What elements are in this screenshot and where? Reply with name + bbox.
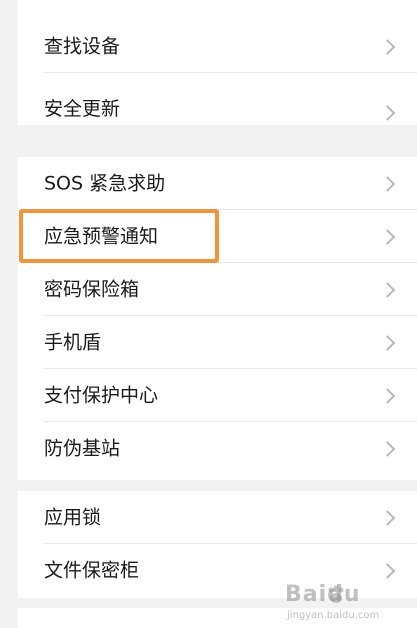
emergency-alert-label: 应急预警通知 [44, 225, 159, 247]
settings-item-cut-off [18, 0, 417, 20]
fake-base-station-label: 防伪基站 [44, 437, 121, 459]
settings-item-app-lock[interactable]: 应用锁 [18, 491, 417, 544]
settings-screen: { "group1": { "items": [ {"label": "查找设备… [0, 0, 417, 628]
find-device-label: 查找设备 [44, 35, 121, 57]
app-lock-label: 应用锁 [44, 506, 102, 528]
chevron-right-icon [379, 509, 396, 526]
phone-shield-label: 手机盾 [44, 331, 102, 353]
chevron-right-icon [379, 228, 396, 245]
password-vault-label: 密码保险箱 [44, 278, 140, 300]
settings-group-device: 查找设备 安全更新 [18, 0, 417, 125]
watermark-site: jingyan.baidu.com [287, 610, 380, 621]
sos-label: SOS 紧急求助 [44, 172, 166, 194]
security-update-label: 安全更新 [44, 98, 121, 120]
chevron-right-icon [379, 387, 396, 404]
watermark-logo: Baidu [285, 582, 361, 607]
settings-item-emergency-alert[interactable]: 应急预警通知 [18, 210, 417, 263]
settings-item-find-device[interactable]: 查找设备 [18, 20, 417, 73]
chevron-right-icon [379, 334, 396, 351]
chevron-right-icon [379, 440, 396, 457]
chevron-right-icon [379, 38, 396, 55]
payment-protection-label: 支付保护中心 [44, 384, 159, 406]
settings-group-safety: SOS 紧急求助 应急预警通知 密码保险箱 手机盾 支付保护中心 防伪基站 [18, 157, 417, 480]
paw-icon [328, 585, 344, 603]
file-safe-label: 文件保密柜 [44, 559, 140, 581]
settings-item-security-update[interactable]: 安全更新 [18, 73, 417, 145]
settings-item-password-vault[interactable]: 密码保险箱 [18, 263, 417, 316]
chevron-right-icon [379, 105, 396, 122]
chevron-right-icon [379, 175, 396, 192]
settings-item-sos[interactable]: SOS 紧急求助 [18, 157, 417, 210]
chevron-right-icon [379, 562, 396, 579]
settings-item-payment-protection[interactable]: 支付保护中心 [18, 369, 417, 422]
settings-item-fake-base-station[interactable]: 防伪基站 [18, 422, 417, 475]
settings-item-phone-shield[interactable]: 手机盾 [18, 316, 417, 369]
baidu-watermark: Baidu jingyan.baidu.com [285, 582, 405, 622]
chevron-right-icon [379, 281, 396, 298]
